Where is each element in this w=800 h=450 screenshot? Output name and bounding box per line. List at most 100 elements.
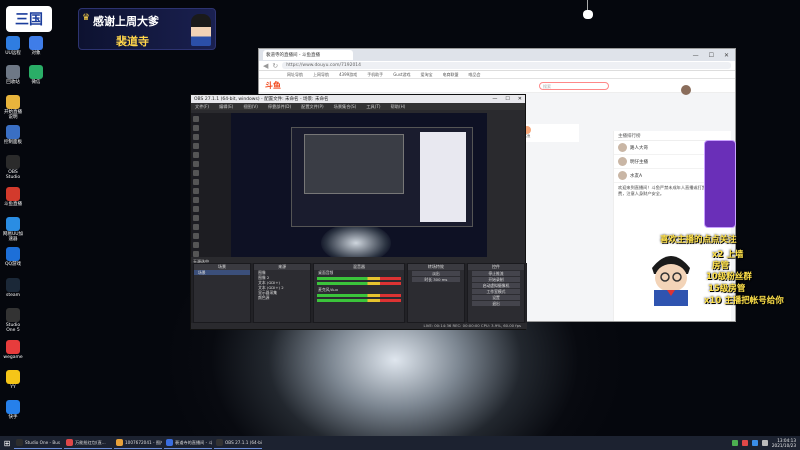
bookmark-link[interactable]: Gust游戏 (393, 72, 410, 77)
desktop-icon-label: 微信 (31, 80, 41, 85)
window-controls: — ☐ ✕ (693, 52, 735, 59)
desktop-icon-label: UU远程 (5, 51, 21, 56)
refresh-icon[interactable]: ↻ (272, 62, 278, 70)
thanks-banner: ♛ 感谢上周大爹 裴道寺 (78, 8, 216, 50)
desktop-icon[interactable]: wegame (2, 340, 24, 360)
overlay-rank3: 10级粉丝群 (706, 272, 752, 282)
bookmark-link[interactable]: 上网导航 (313, 72, 329, 77)
desktop-icon[interactable]: UU远程 (2, 36, 24, 56)
minimize-icon[interactable]: — (693, 52, 699, 59)
desktop-icon-label: 斗鱼直播 (4, 202, 22, 207)
obs-statusbar: LIVE: 00:14:36 REC: 00:00:00 CPU: 3.9%, … (191, 323, 527, 329)
bookmark-link[interactable]: 网址导航 (287, 72, 303, 77)
taskbar-item[interactable]: 裴道寺的直播间 - 斗鱼... (164, 437, 212, 449)
nested-capture (291, 127, 473, 227)
taskbar-item[interactable]: Studio One - Bus (14, 437, 62, 449)
obs-titlebar: OBS 27.1.1 (64-bit, windows) - 配置文件: 未命名… (191, 95, 525, 103)
search-input[interactable]: 搜索 (539, 81, 609, 90)
volume-meter[interactable] (317, 294, 401, 297)
minimize-icon[interactable]: — (492, 96, 497, 102)
obs-menu-item[interactable]: 视图(V) (243, 104, 258, 109)
bookmark-link[interactable]: 爱淘宝 (420, 72, 432, 77)
obs-menu-item[interactable]: 帮助(H) (391, 104, 406, 109)
browser-tab[interactable]: 裴道寺的直播间 - 斗鱼直播 (263, 50, 353, 60)
douyu-logo[interactable]: 斗鱼 (265, 80, 281, 91)
desktop-icon[interactable]: YY (2, 370, 24, 390)
kuaishou-icon (6, 400, 20, 414)
bookmark-link[interactable]: 手机助手 (367, 72, 383, 77)
control-button[interactable]: 开始录制 (471, 277, 521, 282)
desktop-icon-label: OBS Studio (5, 170, 21, 180)
taskbar-item-label: 1007672041 - 图片查看 (125, 439, 162, 445)
desktop-icon[interactable]: 对象 (25, 36, 47, 56)
clock[interactable]: 13:04:13 2021/10/23 (772, 438, 796, 448)
desktop-icon-label: wegame (3, 355, 23, 360)
chat-icon (29, 36, 43, 50)
volume-icon[interactable] (761, 440, 768, 446)
tray-icon[interactable] (751, 440, 758, 446)
desktop-icon[interactable]: 控制面板 (2, 125, 24, 145)
transitions-panel: 转场特效 淡出 时长 300 ms (406, 263, 465, 323)
desktop-icon[interactable]: 开始直播说明 (2, 95, 24, 120)
desktop-icon-label: QQ游戏 (4, 262, 22, 267)
hanging-cat-icon (582, 0, 594, 20)
bookmark-link[interactable]: 唯品会 (468, 72, 480, 77)
maximize-icon[interactable]: ☐ (709, 52, 714, 59)
obs-menubar: 文件(F) 编辑(E) 视图(V) 停靠部件(D) 配置文件(P) 场景集合(S) 工具(T… (191, 103, 525, 110)
avatar[interactable] (681, 85, 691, 95)
obs-menu-item[interactable]: 场景集合(S) (334, 104, 357, 109)
desktop-icon[interactable]: Studio One 5 (2, 308, 24, 333)
desktop-icon[interactable]: 回收站 (2, 65, 24, 85)
duration-input[interactable]: 时长 300 ms (411, 277, 460, 282)
avatar (618, 171, 627, 180)
obs-window[interactable]: OBS 27.1.1 (64-bit, windows) - 配置文件: 未命名… (190, 94, 527, 330)
desktop-icon[interactable]: 网易UU加速器 (2, 217, 24, 242)
obs-preview[interactable] (231, 113, 487, 257)
scene-item[interactable]: 场景 (194, 270, 251, 275)
desktop-icon[interactable]: 斗鱼直播 (2, 187, 24, 207)
volume-meter[interactable] (317, 277, 401, 280)
tray-icon[interactable] (731, 440, 738, 446)
volume-meter[interactable] (317, 282, 401, 285)
desktop-icon[interactable]: OBS Studio (2, 155, 24, 180)
desktop-icon[interactable]: steam (2, 278, 24, 298)
url-input[interactable]: https://www.douyu.com/7192014 (282, 62, 731, 69)
control-button[interactable]: 设置 (471, 295, 521, 300)
control-button[interactable]: 工作室模式 (471, 289, 521, 294)
close-icon[interactable]: ✕ (724, 52, 729, 59)
bookmark-link[interactable]: 电商联盟 (442, 72, 458, 77)
tray-icon[interactable] (741, 440, 748, 446)
back-icon[interactable]: ◀ (263, 62, 268, 70)
obs-menu-item[interactable]: 工具(T) (366, 104, 380, 109)
taskbar-item[interactable]: OBS 27.1.1 (64-bit... (214, 437, 262, 449)
steam-icon (6, 278, 20, 292)
bookmark-link[interactable]: 4399游戏 (339, 72, 357, 77)
bookmarks-bar: 网址导航 上网导航 4399游戏 手机助手 Gust游戏 爱淘宝 电商联盟 唯品会 (259, 71, 735, 79)
maximize-icon[interactable]: ☐ (505, 96, 509, 102)
control-button[interactable]: 退出 (471, 301, 521, 306)
obs-menu-item[interactable]: 停靠部件(D) (268, 104, 291, 109)
panel-title: 转场特效 (407, 264, 464, 270)
transition-select[interactable]: 淡出 (411, 271, 460, 276)
taskbar: ⊞ Studio One - Bus 万能抢红包(直... 1007672041 -… (0, 436, 800, 450)
control-button[interactable]: 停止推流 (471, 271, 521, 276)
close-icon[interactable]: ✕ (518, 96, 522, 102)
desktop-icon[interactable]: 微信 (25, 65, 47, 85)
anime-character-icon (652, 256, 690, 306)
taskbar-item[interactable]: 1007672041 - 图片查看 (114, 437, 162, 449)
controls-panel: 控件 停止推流 开始录制 启动虚拟摄像机 工作室模式 设置 退出 (466, 263, 526, 323)
taskbar-item[interactable]: 万能抢红包(直... (64, 437, 112, 449)
desktop-icon[interactable]: 快手 (2, 400, 24, 420)
source-item[interactable]: 颜色源 (254, 295, 310, 300)
panel-title: 控件 (467, 264, 525, 270)
desktop-icon-label: 控制面板 (4, 140, 22, 145)
obs-menu-item[interactable]: 文件(F) (195, 104, 209, 109)
desktop-icon[interactable]: QQ游戏 (2, 247, 24, 267)
control-button[interactable]: 启动虚拟摄像机 (471, 283, 521, 288)
obs-menu-item[interactable]: 编辑(E) (219, 104, 233, 109)
obs-menu-item[interactable]: 配置文件(P) (301, 104, 324, 109)
clock-date: 2021/10/23 (771, 443, 796, 448)
windows-start-icon[interactable]: ⊞ (0, 436, 14, 450)
volume-meter[interactable] (317, 299, 401, 302)
anime-character-icon (191, 14, 211, 46)
